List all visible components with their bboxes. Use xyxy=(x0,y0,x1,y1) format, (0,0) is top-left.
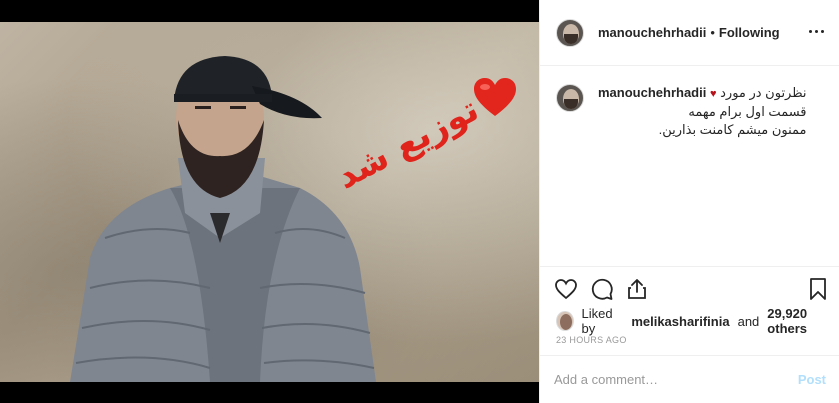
likes-summary: Liked by melikasharifinia and 29,920 oth… xyxy=(556,306,839,336)
likes-connector: and xyxy=(737,313,760,329)
heart-icon[interactable] xyxy=(554,277,578,301)
comment-bar: Post xyxy=(540,355,839,403)
post-photo[interactable]: توزیع شد xyxy=(0,22,539,382)
post-header: manouchehrhadii • Following xyxy=(540,0,839,66)
person-figure xyxy=(70,56,376,382)
likes-others-count[interactable]: 29,920 others xyxy=(767,306,839,336)
author-avatar[interactable] xyxy=(556,18,584,47)
post-caption: manouchehrhadii ♥ نظرتون در مورد قسمت او… xyxy=(556,84,826,139)
header-separator: • xyxy=(710,25,715,40)
more-icon[interactable] xyxy=(809,30,824,33)
caption-line-3: ممنون میشم کامنت بذارین. xyxy=(658,122,807,137)
likes-prefix: Liked by xyxy=(581,306,613,336)
heart-sticker-icon xyxy=(474,78,516,116)
following-button[interactable]: Following xyxy=(719,25,780,40)
author-username[interactable]: manouchehrhadii xyxy=(598,25,706,40)
caption-body: manouchehrhadii ♥ نظرتون در مورد قسمت او… xyxy=(598,84,807,139)
comment-input[interactable] xyxy=(554,372,798,387)
caption-line-1: نظرتون در مورد xyxy=(720,85,807,100)
action-bar xyxy=(540,266,839,310)
caption-avatar[interactable] xyxy=(556,84,584,112)
heart-emoji-icon: ♥ xyxy=(709,88,717,100)
bookmark-icon[interactable] xyxy=(806,277,830,301)
caption-username[interactable]: manouchehrhadii xyxy=(598,85,706,100)
liker-username[interactable]: melikasharifinia xyxy=(631,314,729,329)
comment-icon[interactable] xyxy=(590,277,614,301)
post-timestamp[interactable]: 23 HOURS AGO xyxy=(556,335,627,345)
post-comment-button[interactable]: Post xyxy=(798,372,826,387)
post-media: توزیع شد xyxy=(0,0,539,403)
post-side-panel: manouchehrhadii • Following manouchehrha… xyxy=(539,0,839,403)
share-icon[interactable] xyxy=(625,277,649,301)
caption-line-2: قسمت اول برام مهمه xyxy=(688,104,807,119)
liker-avatar[interactable] xyxy=(556,311,574,331)
